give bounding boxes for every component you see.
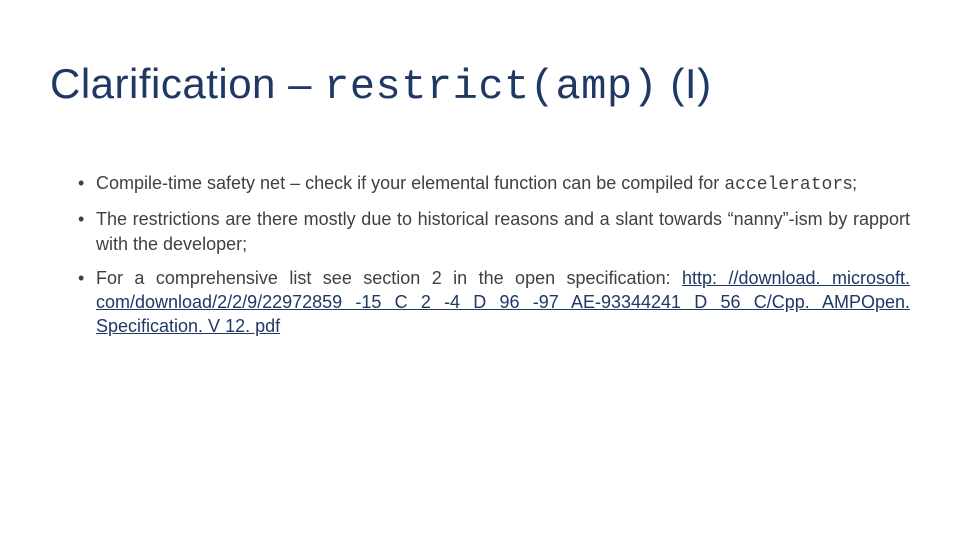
bullet-text: The restrictions are there mostly due to…	[96, 209, 910, 253]
bullet-list: Compile-time safety net – check if your …	[50, 171, 910, 339]
title-code: restrict(amp)	[324, 63, 658, 111]
bullet-text: Compile-time safety net – check if your …	[96, 173, 724, 193]
list-item: Compile-time safety net – check if your …	[78, 171, 910, 197]
title-suffix: (I)	[658, 60, 711, 107]
bullet-text: For a comprehensive list see section 2 i…	[96, 268, 682, 288]
list-item: The restrictions are there mostly due to…	[78, 207, 910, 256]
title-prefix: Clarification –	[50, 60, 324, 107]
bullet-code: accelerator	[724, 175, 843, 195]
list-item: For a comprehensive list see section 2 i…	[78, 266, 910, 339]
slide-title: Clarification – restrict(amp) (I)	[50, 60, 910, 111]
slide: Clarification – restrict(amp) (I) Compil…	[0, 0, 960, 540]
bullet-text: s;	[843, 173, 857, 193]
